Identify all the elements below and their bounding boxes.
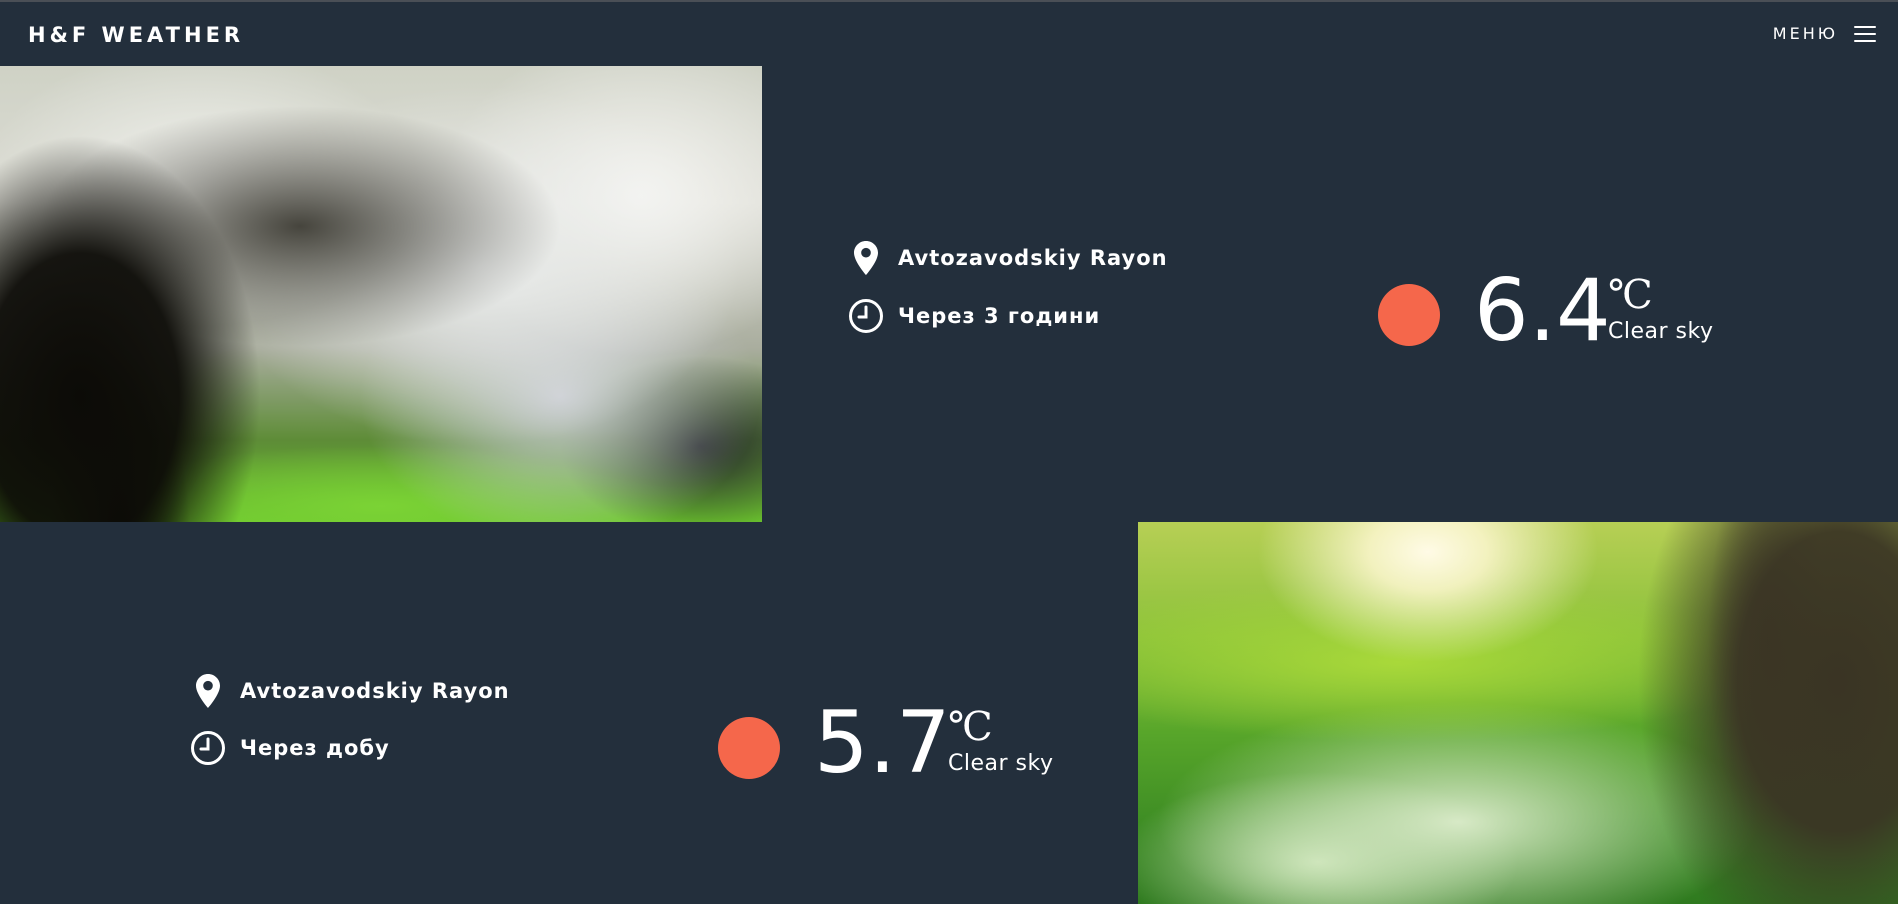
map-pin-icon	[848, 241, 884, 275]
temperature-value: 6.4	[1474, 261, 1611, 361]
clock-icon	[190, 730, 226, 766]
forecast-time: Через 3 години	[898, 304, 1101, 328]
hamburger-icon[interactable]	[1854, 25, 1876, 43]
temperature-value: 5.7	[814, 693, 951, 793]
menu-button[interactable]: МЕНЮ	[1773, 24, 1876, 43]
forecast-photo-sunny-meadow	[1138, 522, 1898, 904]
temperature-unit: ℃	[1608, 272, 1653, 318]
time-line: Через 3 години	[848, 298, 1100, 334]
clock-icon	[848, 298, 884, 334]
map-pin-icon	[190, 674, 226, 708]
weather-condition: Clear sky	[948, 751, 1054, 776]
forecast-photo-blossoming-tree	[0, 66, 762, 522]
location-line: Avtozavodskiy Rayon	[848, 241, 1168, 275]
forecast-time: Через добу	[240, 736, 390, 760]
location-name: Avtozavodskiy Rayon	[898, 246, 1168, 270]
temperature-unit: ℃	[948, 704, 993, 750]
sun-icon	[1378, 284, 1440, 346]
weather-condition: Clear sky	[1608, 319, 1714, 344]
location-line: Avtozavodskiy Rayon	[190, 674, 510, 708]
weather-page: H&F WEATHER МЕНЮ Avtozavodskiy Rayon Чер…	[0, 0, 1898, 904]
time-line: Через добу	[190, 730, 390, 766]
brand-logo[interactable]: H&F WEATHER	[28, 23, 244, 47]
menu-label[interactable]: МЕНЮ	[1773, 24, 1838, 43]
site-header: H&F WEATHER МЕНЮ	[0, 2, 1898, 66]
location-name: Avtozavodskiy Rayon	[240, 679, 510, 703]
forecast-card-3h: Avtozavodskiy Rayon Через 3 години 6.4 ℃…	[762, 66, 1898, 522]
sun-icon	[718, 717, 780, 779]
forecast-card-day: Avtozavodskiy Rayon Через добу 5.7 ℃ Cle…	[0, 522, 1138, 904]
